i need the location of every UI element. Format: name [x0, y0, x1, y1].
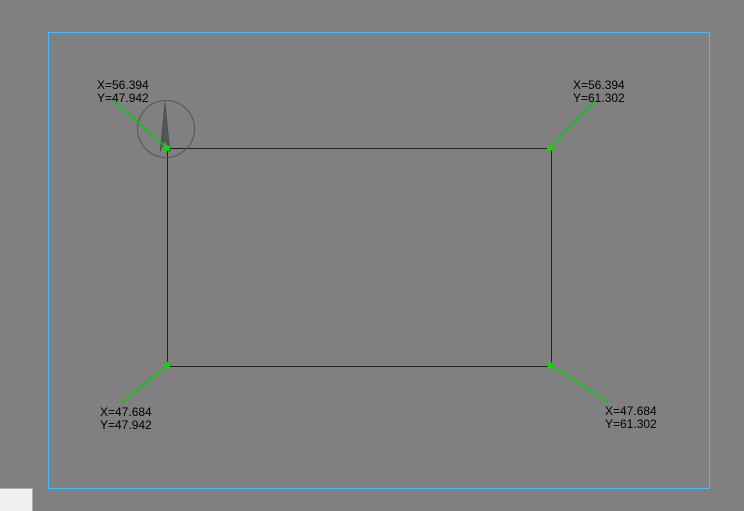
- coord-y-value: Y=47.942: [100, 419, 152, 432]
- layout-tab[interactable]: [0, 488, 33, 511]
- coord-label-top-right: X=56.394 Y=61.302: [573, 79, 625, 105]
- coord-label-bottom-left: X=47.684 Y=47.942: [100, 406, 152, 432]
- origin-indicator-circle: [137, 100, 195, 158]
- coord-label-top-left: X=56.394 Y=47.942: [97, 79, 149, 105]
- coord-y-value: Y=61.302: [573, 92, 625, 105]
- drawing-rectangle[interactable]: [167, 148, 552, 367]
- coord-y-value: Y=61.302: [605, 418, 657, 431]
- coord-label-bottom-right: X=47.684 Y=61.302: [605, 405, 657, 431]
- coord-y-value: Y=47.942: [97, 92, 149, 105]
